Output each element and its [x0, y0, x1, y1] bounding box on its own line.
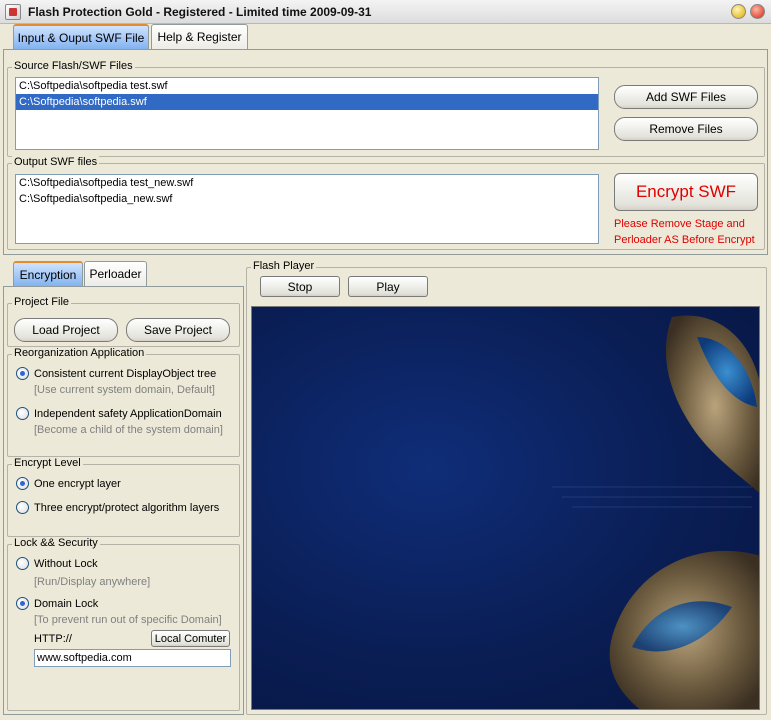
play-button[interactable]: Play: [348, 276, 428, 297]
encrypt-level-group: Encrypt Level: [7, 457, 240, 537]
minimize-button[interactable]: [731, 4, 746, 19]
title-bar: Flash Protection Gold - Registered - Lim…: [0, 0, 771, 24]
encrypt-swf-button[interactable]: Encrypt SWF: [614, 173, 758, 211]
reorganization-legend: Reorganization Application: [12, 347, 147, 359]
app-icon: [5, 4, 21, 20]
without-lock-label[interactable]: Without Lock: [34, 558, 98, 570]
encrypt-three-layers-label[interactable]: Three encrypt/protect algorithm layers: [34, 502, 219, 514]
without-lock-hint: [Run/Display anywhere]: [34, 576, 151, 588]
encrypt-level-legend: Encrypt Level: [12, 457, 83, 469]
local-computer-button[interactable]: Local Comuter: [151, 630, 230, 647]
tab-input-output[interactable]: Input & Ouput SWF File: [13, 24, 149, 50]
http-label: HTTP://: [34, 633, 72, 645]
reorg-consistent-label[interactable]: Consistent current DisplayObject tree: [34, 368, 216, 380]
flash-player-legend: Flash Player: [251, 260, 317, 272]
output-files-list[interactable]: C:\Softpedia\softpedia test_new.swf C:\S…: [15, 174, 599, 244]
add-swf-files-button[interactable]: Add SWF Files: [614, 85, 758, 109]
reorg-independent-radio[interactable]: [16, 407, 29, 420]
reorg-independent-label[interactable]: Independent safety ApplicationDomain: [34, 408, 222, 420]
stop-button[interactable]: Stop: [260, 276, 340, 297]
domain-input[interactable]: www.softpedia.com: [34, 649, 231, 667]
list-item-selected[interactable]: C:\Softpedia\softpedia.swf: [16, 94, 598, 110]
list-item[interactable]: C:\Softpedia\softpedia test.swf: [16, 78, 598, 94]
list-item[interactable]: C:\Softpedia\softpedia_new.swf: [16, 191, 598, 207]
encrypt-three-layers-radio[interactable]: [16, 501, 29, 514]
encrypt-one-layer-radio[interactable]: [16, 477, 29, 490]
without-lock-radio[interactable]: [16, 557, 29, 570]
domain-lock-label[interactable]: Domain Lock: [34, 598, 98, 610]
encrypt-warning-line2: Perloader AS Before Encrypt: [614, 234, 755, 246]
close-button[interactable]: [750, 4, 765, 19]
flash-content-image: [552, 315, 759, 709]
output-files-legend: Output SWF files: [12, 156, 100, 168]
lock-security-legend: Lock && Security: [12, 537, 100, 549]
tab-perloader[interactable]: Perloader: [84, 261, 147, 287]
project-file-legend: Project File: [12, 296, 72, 308]
source-files-list[interactable]: C:\Softpedia\softpedia test.swf C:\Softp…: [15, 77, 599, 150]
tab-help-register[interactable]: Help & Register: [151, 24, 248, 50]
window-title: Flash Protection Gold - Registered - Lim…: [28, 5, 372, 19]
flash-player-canvas[interactable]: [251, 306, 760, 710]
load-project-button[interactable]: Load Project: [14, 318, 118, 342]
reorg-consistent-radio[interactable]: [16, 367, 29, 380]
reorg-consistent-hint: [Use current system domain, Default]: [34, 384, 215, 396]
remove-files-button[interactable]: Remove Files: [614, 117, 758, 141]
encrypt-warning-line1: Please Remove Stage and: [614, 218, 745, 230]
reorg-independent-hint: [Become a child of the system domain]: [34, 424, 223, 436]
save-project-button[interactable]: Save Project: [126, 318, 230, 342]
list-item[interactable]: C:\Softpedia\softpedia test_new.swf: [16, 175, 598, 191]
encrypt-one-layer-label[interactable]: One encrypt layer: [34, 478, 121, 490]
source-files-legend: Source Flash/SWF Files: [12, 60, 135, 72]
tab-encryption[interactable]: Encryption: [13, 261, 83, 287]
domain-lock-hint: [To prevent run out of specific Domain]: [34, 614, 222, 626]
domain-lock-radio[interactable]: [16, 597, 29, 610]
